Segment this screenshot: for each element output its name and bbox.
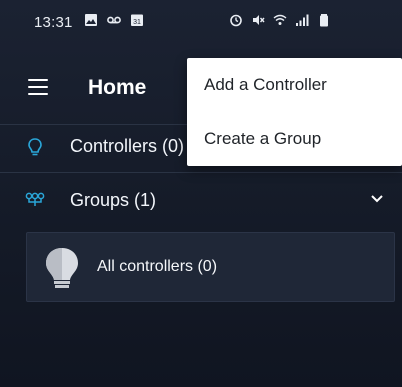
chevron-down-icon[interactable] <box>371 195 383 203</box>
menu-item-add-controller[interactable]: Add a Controller <box>187 58 402 112</box>
divider <box>0 172 402 173</box>
status-right-icons <box>229 13 331 27</box>
alarm-icon <box>230 14 242 27</box>
lightbulb-icon <box>46 248 78 288</box>
groups-row[interactable]: Groups (1) <box>0 176 402 226</box>
hamburger-icon[interactable] <box>28 79 48 95</box>
signal-icon <box>296 14 309 26</box>
battery-icon <box>320 14 328 27</box>
wifi-icon <box>273 14 287 25</box>
calendar-icon: 31 <box>131 14 143 26</box>
calendar-day: 31 <box>133 19 141 26</box>
lightbulb-outline-icon <box>28 138 42 156</box>
overflow-menu: Add a Controller Create a Group <box>187 58 402 166</box>
group-card-label: All controllers (0) <box>97 258 218 275</box>
menu-item-create-group[interactable]: Create a Group <box>187 112 402 166</box>
mute-icon <box>253 15 265 25</box>
page-title: Home <box>88 76 147 99</box>
voicemail-icon <box>107 16 121 24</box>
image-icon <box>85 14 97 26</box>
group-card-all-controllers[interactable]: All controllers (0) <box>26 232 395 302</box>
groups-label: Groups (1) <box>70 190 157 210</box>
status-bar: 13:31 31 <box>0 0 402 46</box>
status-time: 13:31 <box>34 14 73 31</box>
group-tree-icon <box>25 192 45 206</box>
status-left-icons: 31 <box>84 13 144 27</box>
controllers-label: Controllers (0) <box>70 136 185 156</box>
